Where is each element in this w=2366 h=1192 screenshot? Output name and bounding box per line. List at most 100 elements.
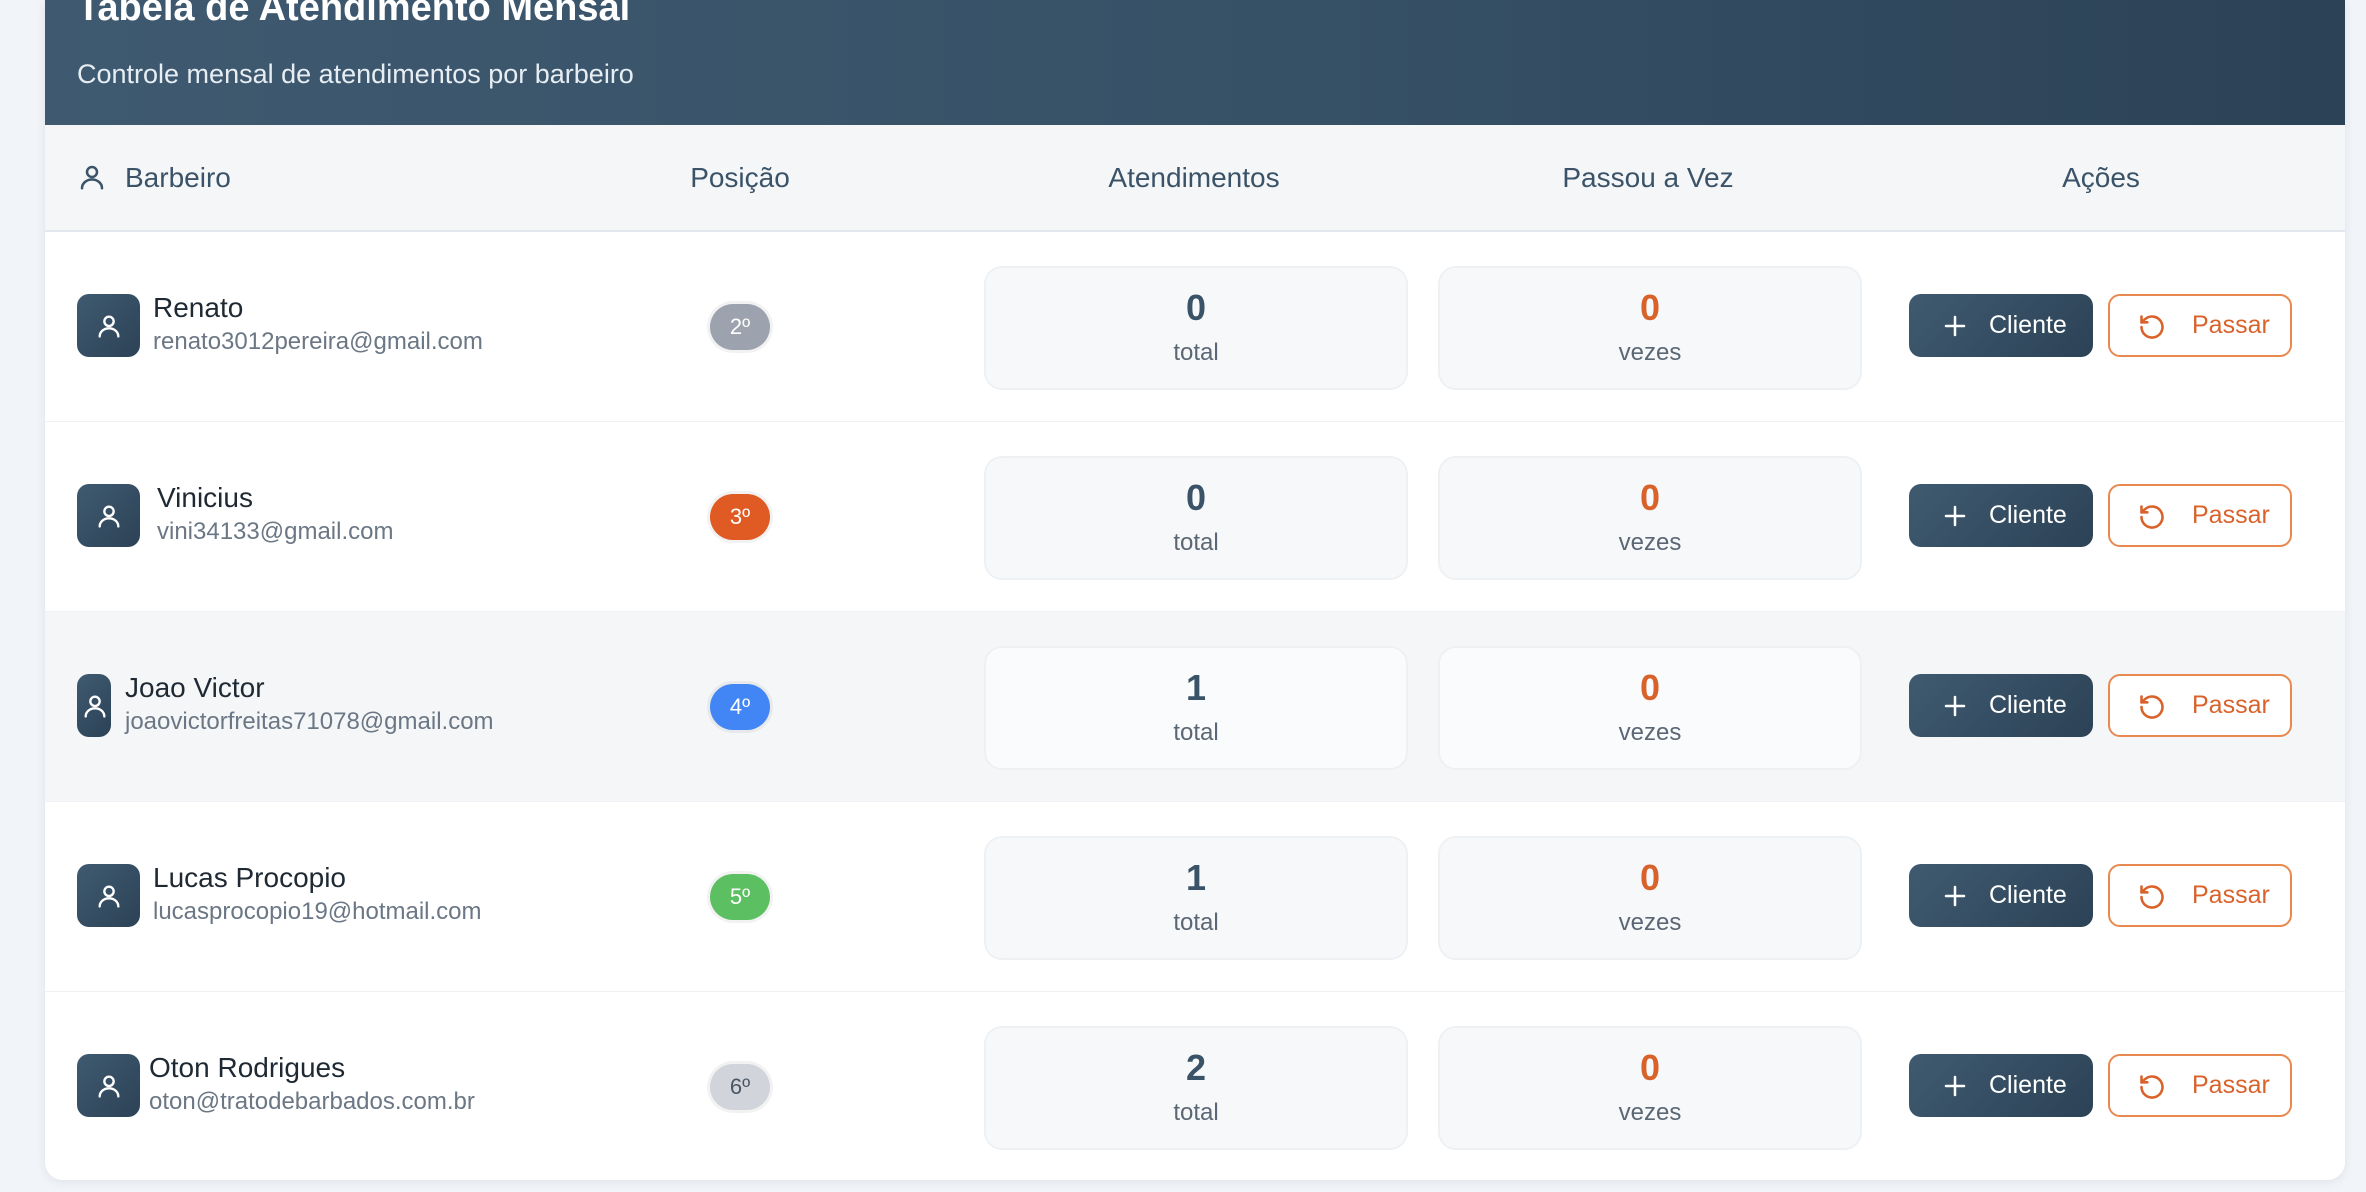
table-row: Lucas Procopio lucasprocopio19@hotmail.c… xyxy=(45,802,2345,993)
user-icon xyxy=(98,315,120,338)
passou-box: 0 vezes xyxy=(1438,646,1862,770)
passou-count: 0 xyxy=(1639,1047,1661,1088)
position-badge: 3º xyxy=(710,494,770,540)
add-cliente-button[interactable]: Cliente xyxy=(1909,674,2093,737)
user-icon xyxy=(98,505,120,528)
barber-name: Joao Victor xyxy=(125,672,265,703)
barber-email: renato3012pereira@gmail.com xyxy=(153,328,483,355)
table-row: Joao Victor joaovictorfreitas71078@gmail… xyxy=(45,612,2345,803)
passou-label: vezes xyxy=(1618,909,1682,936)
user-icon xyxy=(98,1075,120,1098)
table-column-header: Barbeiro Posição Atendimentos Passou a V… xyxy=(45,125,2345,232)
atendimentos-label: total xyxy=(1173,529,1219,556)
add-cliente-button[interactable]: Cliente xyxy=(1909,864,2093,927)
passou-box: 0 vezes xyxy=(1438,266,1862,390)
position-badge: 2º xyxy=(710,304,770,350)
atendimentos-box: 2 total xyxy=(984,1026,1408,1150)
add-cliente-label: Cliente xyxy=(1989,311,2067,339)
passar-label: Passar xyxy=(2192,311,2270,339)
table-row: Oton Rodrigues oton@tratodebarbados.com.… xyxy=(45,992,2345,1180)
passou-count: 0 xyxy=(1639,287,1661,328)
user-icon xyxy=(84,695,106,718)
column-posicao: Posição xyxy=(690,162,790,193)
barber-email: joaovictorfreitas71078@gmail.com xyxy=(125,708,494,735)
avatar xyxy=(77,484,140,547)
passar-label: Passar xyxy=(2192,691,2270,719)
passar-button[interactable]: Passar xyxy=(2108,294,2292,357)
position-badge: 4º xyxy=(710,684,770,730)
atendimentos-count: 2 xyxy=(1185,1047,1207,1088)
rotate-ccw-icon xyxy=(2140,695,2164,719)
passou-label: vezes xyxy=(1618,1099,1682,1126)
table-row: Vinicius vini34133@gmail.com 3º 0 total … xyxy=(45,422,2345,613)
rotate-ccw-icon xyxy=(2140,885,2164,909)
passar-label: Passar xyxy=(2192,501,2270,529)
passar-label: Passar xyxy=(2192,1071,2270,1099)
add-cliente-button[interactable]: Cliente xyxy=(1909,1054,2093,1117)
atendimentos-box: 0 total xyxy=(984,266,1408,390)
passar-label: Passar xyxy=(2192,881,2270,909)
user-icon xyxy=(98,885,120,908)
passou-box: 0 vezes xyxy=(1438,836,1862,960)
avatar xyxy=(77,1054,140,1117)
atendimentos-label: total xyxy=(1173,719,1219,746)
atendimentos-count: 1 xyxy=(1185,857,1207,898)
plus-icon xyxy=(1944,1075,1966,1097)
add-cliente-label: Cliente xyxy=(1989,691,2067,719)
plus-icon xyxy=(1944,695,1966,717)
atendimentos-count: 1 xyxy=(1185,667,1207,708)
passou-label: vezes xyxy=(1618,339,1682,366)
column-passou-a-vez: Passou a Vez xyxy=(1562,162,1734,193)
add-cliente-label: Cliente xyxy=(1989,501,2067,529)
passar-button[interactable]: Passar xyxy=(2108,1054,2292,1117)
barber-email: oton@tratodebarbados.com.br xyxy=(149,1088,475,1115)
add-cliente-label: Cliente xyxy=(1989,881,2067,909)
passou-label: vezes xyxy=(1618,529,1682,556)
add-cliente-button[interactable]: Cliente xyxy=(1909,484,2093,547)
avatar xyxy=(77,864,140,927)
barber-email: lucasprocopio19@hotmail.com xyxy=(153,898,482,925)
rotate-ccw-icon xyxy=(2140,1075,2164,1099)
passou-count: 0 xyxy=(1639,667,1661,708)
atendimentos-count: 0 xyxy=(1185,477,1207,518)
position-badge: 6º xyxy=(710,1064,770,1110)
passar-button[interactable]: Passar xyxy=(2108,674,2292,737)
rotate-ccw-icon xyxy=(2140,315,2164,339)
passou-box: 0 vezes xyxy=(1438,1026,1862,1150)
column-atendimentos: Atendimentos xyxy=(1108,162,1280,193)
passou-count: 0 xyxy=(1639,857,1661,898)
plus-icon xyxy=(1944,505,1966,527)
column-acoes: Ações xyxy=(2062,162,2140,193)
page-title: Tabela de Atendimento Mensal xyxy=(77,0,631,29)
passou-label: vezes xyxy=(1618,719,1682,746)
avatar xyxy=(77,294,140,357)
attendance-card: Tabela de Atendimento Mensal Controle me… xyxy=(45,0,2345,1180)
plus-icon xyxy=(1944,885,1966,907)
passou-box: 0 vezes xyxy=(1438,456,1862,580)
user-icon xyxy=(80,165,104,190)
atendimentos-box: 0 total xyxy=(984,456,1408,580)
plus-icon xyxy=(1944,315,1966,337)
passou-count: 0 xyxy=(1639,477,1661,518)
atendimentos-box: 1 total xyxy=(984,646,1408,770)
add-cliente-label: Cliente xyxy=(1989,1071,2067,1099)
atendimentos-label: total xyxy=(1173,1099,1219,1126)
passar-button[interactable]: Passar xyxy=(2108,484,2292,547)
barber-name: Renato xyxy=(153,292,244,323)
barber-name: Oton Rodrigues xyxy=(149,1052,346,1083)
barber-name: Lucas Procopio xyxy=(153,862,347,893)
passar-button[interactable]: Passar xyxy=(2108,864,2292,927)
table-header-banner: Tabela de Atendimento Mensal Controle me… xyxy=(45,0,2345,125)
barber-email: vini34133@gmail.com xyxy=(157,518,394,545)
rotate-ccw-icon xyxy=(2140,505,2164,529)
column-barbeiro: Barbeiro xyxy=(125,162,231,193)
atendimentos-label: total xyxy=(1173,339,1219,366)
atendimentos-label: total xyxy=(1173,909,1219,936)
add-cliente-button[interactable]: Cliente xyxy=(1909,294,2093,357)
table-row: Renato renato3012pereira@gmail.com 2º 0 … xyxy=(45,232,2345,423)
atendimentos-count: 0 xyxy=(1185,287,1207,328)
position-badge: 5º xyxy=(710,874,770,920)
atendimentos-box: 1 total xyxy=(984,836,1408,960)
avatar xyxy=(77,674,111,737)
barber-name: Vinicius xyxy=(157,482,253,513)
